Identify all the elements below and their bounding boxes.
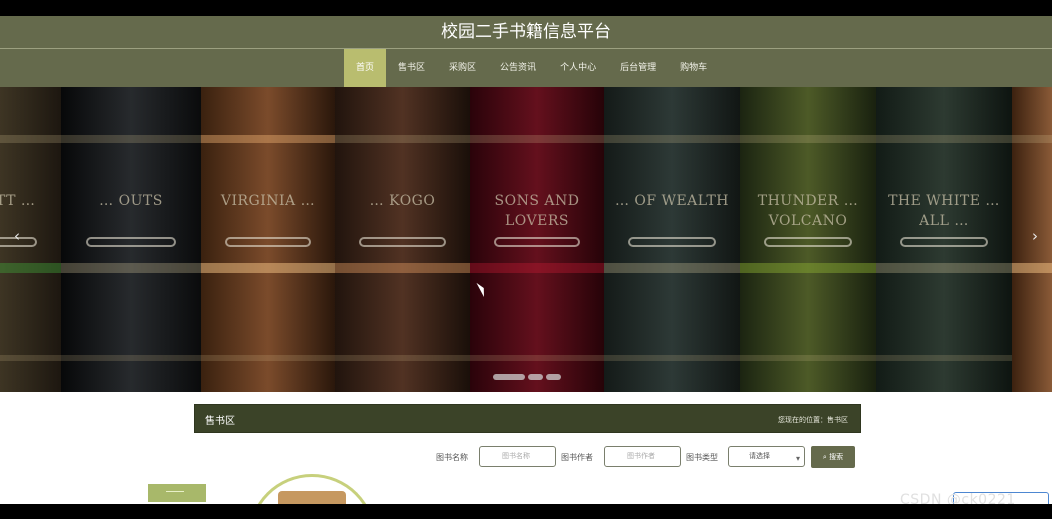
- book-spine-title: SONS AND LOVERS: [494, 193, 580, 229]
- nav-announcements[interactable]: 公告资讯: [488, 49, 548, 87]
- book-spine-4: … KOGO: [335, 87, 470, 392]
- nav-home[interactable]: 首页: [344, 49, 387, 87]
- nav-cart[interactable]: 购物车: [668, 49, 719, 87]
- book-spine-1: … WITT …: [0, 87, 61, 392]
- carousel-dot[interactable]: [493, 374, 525, 380]
- carousel-prev-icon[interactable]: ‹: [14, 229, 20, 244]
- book-spine-6: … OF WEALTH: [604, 87, 740, 392]
- book-spine-title: … WITT …: [0, 193, 36, 209]
- search-button-label: 搜索: [829, 453, 844, 461]
- main-navigation: 首页 售书区 采购区 公告资讯 个人中心 后台管理 购物车: [0, 49, 1052, 87]
- book-name-input[interactable]: 图书名称: [479, 446, 556, 467]
- carousel-dot[interactable]: [546, 374, 561, 380]
- carousel-dots: [493, 374, 561, 380]
- nav-personal-center[interactable]: 个人中心: [548, 49, 608, 87]
- book-category-select[interactable]: 请选择 ▾: [728, 446, 805, 467]
- breadcrumb: 您现在的位置：售书区: [778, 416, 848, 424]
- hero-carousel[interactable]: … WITT … … OUTS VIRGINIA … … KOGO: [0, 87, 1052, 392]
- book-spine-title: THUNDER … VOLCANO: [757, 193, 859, 229]
- site-title: 校园二手书籍信息平台: [441, 22, 611, 42]
- nav-purchase[interactable]: 采购区: [437, 49, 488, 87]
- nav-admin[interactable]: 后台管理: [608, 49, 668, 87]
- book-spine-title: … OF WEALTH: [614, 193, 729, 209]
- top-black-bar: [0, 0, 1052, 16]
- product-tag: [148, 484, 206, 502]
- book-author-label: 图书作者: [561, 453, 593, 462]
- book-spine-title: … KOGO: [369, 193, 436, 209]
- carousel-next-icon[interactable]: ›: [1032, 229, 1038, 244]
- carousel-dot[interactable]: [528, 374, 543, 380]
- nav-sell-books[interactable]: 售书区: [386, 49, 437, 87]
- book-spine-8: THE WHITE … ALL …: [876, 87, 1012, 392]
- book-spine-5: SONS AND LOVERS: [470, 87, 604, 392]
- nav-items: 首页 售书区 采购区 公告资讯 个人中心 后台管理 购物车: [344, 49, 719, 87]
- book-spine-title: … OUTS: [99, 193, 163, 209]
- book-spine-2: … OUTS: [61, 87, 201, 392]
- search-button[interactable]: ⌕ 搜索: [811, 446, 855, 468]
- book-name-label: 图书名称: [436, 453, 468, 462]
- section-header: 售书区 您现在的位置：售书区: [194, 404, 861, 433]
- bottom-black-bar: [0, 504, 1052, 519]
- page: 校园二手书籍信息平台 首页 售书区 采购区 公告资讯 个人中心 后台管理 购物车…: [0, 0, 1052, 519]
- selected-category: 请选择: [749, 452, 770, 460]
- book-author-input[interactable]: 图书作者: [604, 446, 681, 467]
- book-spine-7: THUNDER … VOLCANO: [740, 87, 876, 392]
- book-spine-3: VIRGINIA …: [201, 87, 335, 392]
- section-title: 售书区: [205, 416, 235, 427]
- book-category-label: 图书类型: [686, 453, 718, 462]
- chevron-down-icon: ▾: [795, 454, 800, 463]
- site-header: 校园二手书籍信息平台: [0, 16, 1052, 48]
- book-spine-title: THE WHITE … ALL …: [888, 193, 1000, 229]
- book-spine-title: VIRGINIA …: [220, 193, 316, 209]
